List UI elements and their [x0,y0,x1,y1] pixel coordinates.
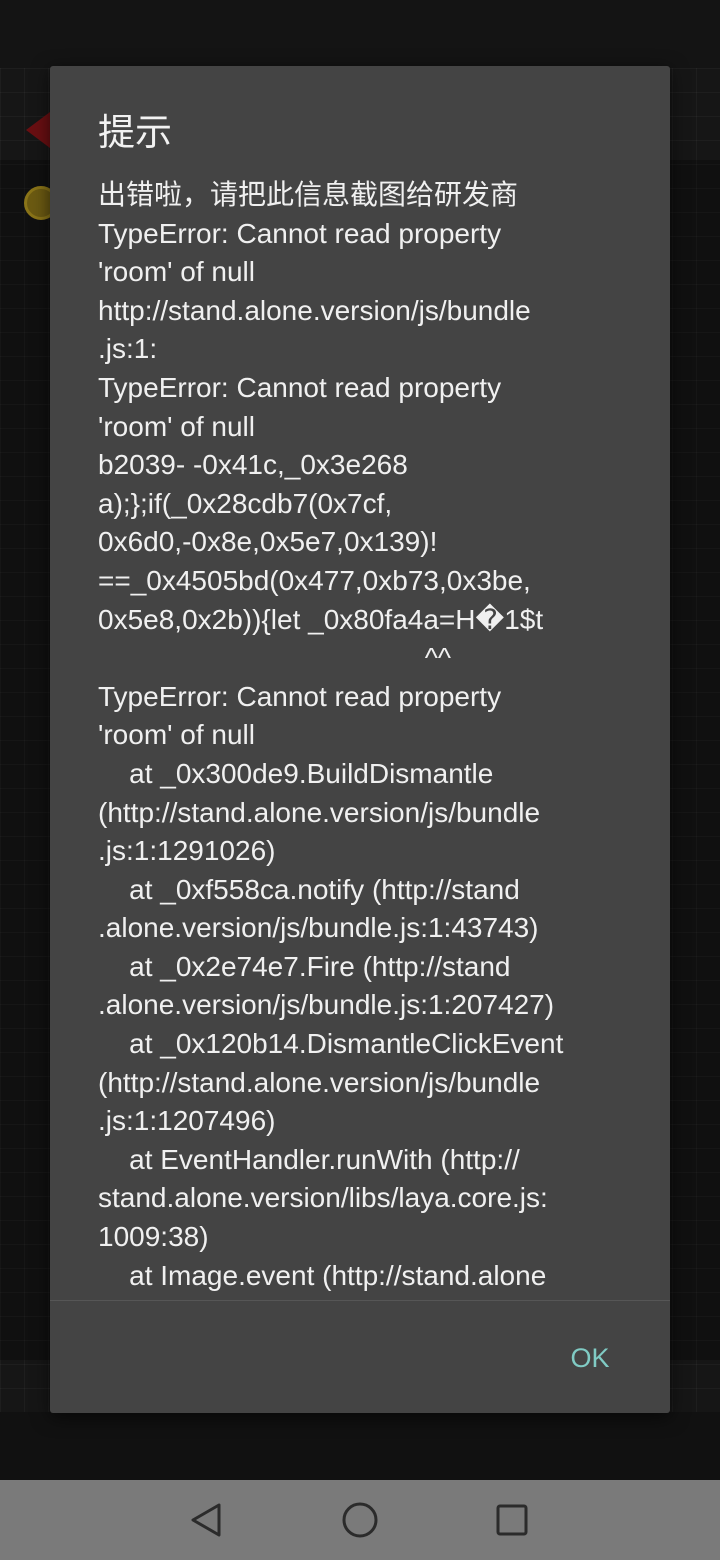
dialog-message-scroll[interactable]: 出错啦，请把此信息截图给研发商 TypeError: Cannot read p… [98,176,638,1300]
dialog-divider [50,1300,670,1301]
nav-home-button[interactable] [338,1498,382,1542]
nav-recents-button[interactable] [490,1498,534,1542]
back-arrow-icon [26,112,50,148]
square-recents-icon [496,1504,528,1536]
status-bar-area [0,0,720,68]
dialog-title: 提示 [98,111,172,154]
error-dialog: 提示 出错啦，请把此信息截图给研发商 TypeError: Cannot rea… [50,66,670,1413]
error-message: 出错啦，请把此信息截图给研发商 TypeError: Cannot read p… [98,179,564,1291]
triangle-back-icon [191,1503,221,1537]
nav-back-button[interactable] [184,1498,228,1542]
game-right-panel [670,160,720,1360]
ok-button[interactable]: OK [544,1328,636,1388]
game-bottom-panel [0,1412,720,1480]
game-left-panel [0,160,50,1360]
screen: 提示 出错啦，请把此信息截图给研发商 TypeError: Cannot rea… [0,0,720,1560]
circle-home-icon [342,1502,378,1538]
navigation-bar [0,1480,720,1560]
